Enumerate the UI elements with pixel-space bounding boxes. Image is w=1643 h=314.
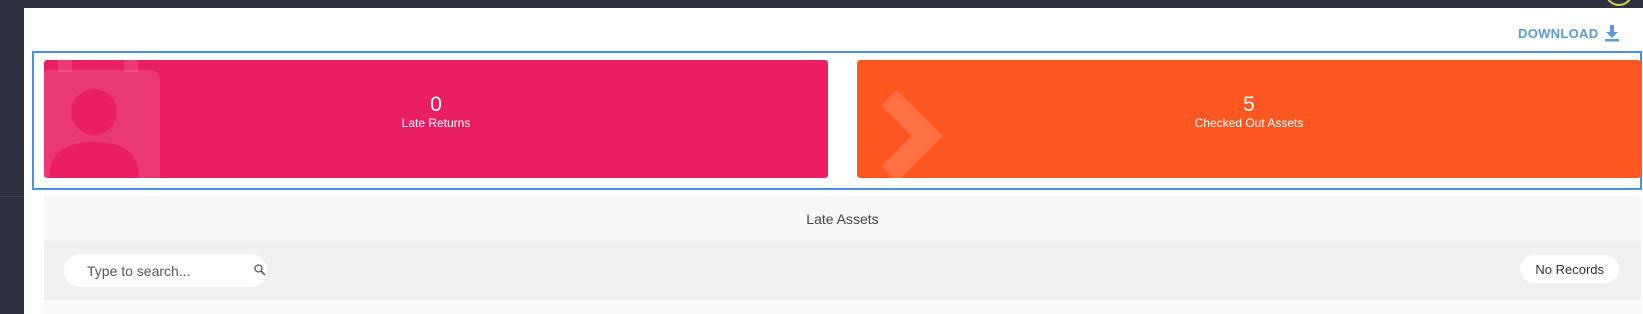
late-assets-title: Late Assets xyxy=(806,210,879,227)
checked-out-assets-card[interactable]: 5 Checked Out Assets xyxy=(857,60,1641,178)
late-assets-toolbar: No Records xyxy=(44,242,1641,300)
late-returns-content: 0 Late Returns xyxy=(44,94,828,131)
records-count-badge: No Records xyxy=(1520,255,1619,283)
table-body xyxy=(44,300,1641,314)
sidebar-divider xyxy=(0,196,24,197)
download-label: DOWNLOAD xyxy=(1518,25,1599,41)
user-avatar[interactable] xyxy=(1605,0,1633,6)
top-navbar xyxy=(24,0,1643,8)
download-button[interactable]: DOWNLOAD xyxy=(1518,24,1620,42)
late-returns-label: Late Returns xyxy=(401,116,471,130)
late-returns-count: 0 xyxy=(430,93,442,116)
download-icon xyxy=(1605,25,1620,42)
late-returns-card[interactable]: 0 Late Returns xyxy=(44,60,828,178)
checked-out-label: Checked Out Assets xyxy=(1194,116,1304,130)
sidebar-rail xyxy=(0,0,24,314)
late-assets-header: Late Assets xyxy=(44,196,1641,242)
search-icon[interactable] xyxy=(254,264,266,276)
checked-out-content: 5 Checked Out Assets xyxy=(857,94,1641,131)
search-box xyxy=(64,254,267,287)
checked-out-count: 5 xyxy=(1243,93,1255,116)
search-input[interactable] xyxy=(85,261,229,280)
records-count-label: No Records xyxy=(1535,261,1604,277)
app-frame: DOWNLOAD 0 Late Returns 5 Checked Out As… xyxy=(0,0,1643,314)
